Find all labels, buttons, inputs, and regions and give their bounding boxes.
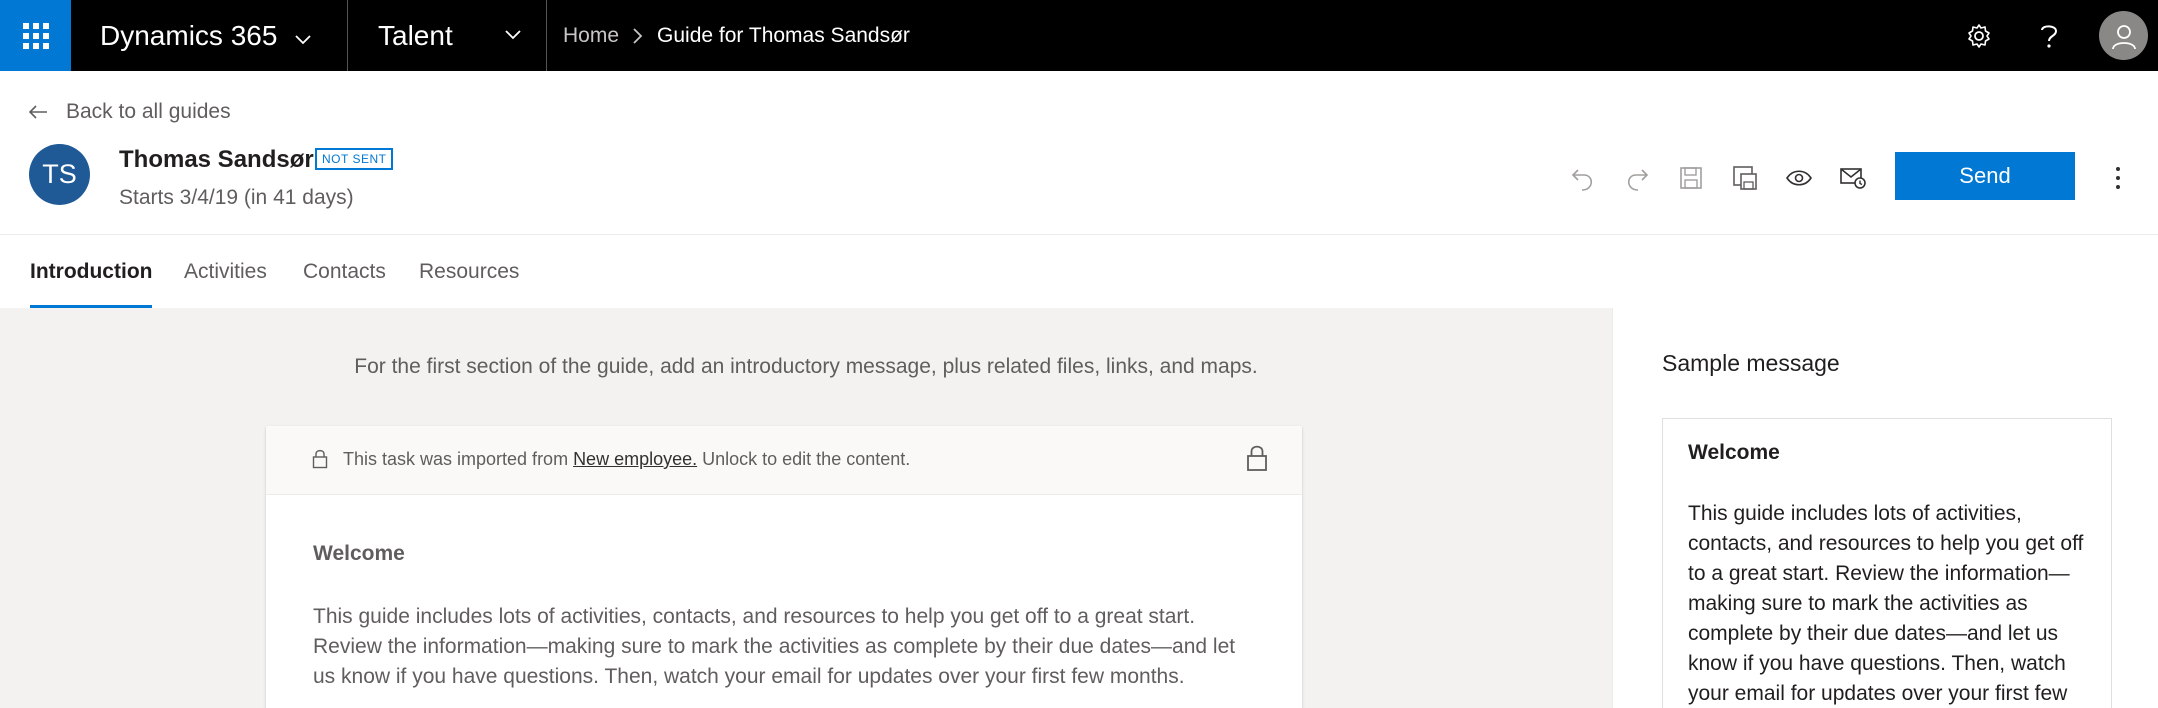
unlock-lock-icon[interactable] <box>1246 444 1268 477</box>
send-button[interactable]: Send <box>1895 152 2075 200</box>
app-switcher[interactable]: Dynamics 365 <box>100 0 312 71</box>
card-body-text: This guide includes lots of activities, … <box>313 605 1236 688</box>
intro-instructions: For the first section of the guide, add … <box>354 355 1258 378</box>
panel-title: Sample message <box>1662 350 1840 376</box>
waffle-icon[interactable] <box>0 0 71 71</box>
banner-text: This task was imported from New employee… <box>343 449 910 470</box>
sample-heading: Welcome <box>1688 441 1780 464</box>
save-as-icon[interactable] <box>1727 160 1763 196</box>
sample-message-panel: Sample message Welcome This guide includ… <box>1612 308 2158 708</box>
template-link[interactable]: New employee. <box>573 449 697 469</box>
banner-suffix: Unlock to edit the content. <box>697 449 911 469</box>
more-icon[interactable] <box>2100 160 2136 196</box>
main-content: For the first section of the guide, add … <box>0 308 1612 708</box>
arrow-left-icon <box>28 105 47 119</box>
tab-contacts[interactable]: Contacts <box>303 235 386 308</box>
email-preview-icon[interactable] <box>1835 160 1871 196</box>
tab-label: Resources <box>419 259 520 283</box>
chevron-right-icon <box>633 27 643 44</box>
sample-message-card: Welcome This guide includes lots of acti… <box>1662 418 2112 708</box>
breadcrumb-current: Guide for Thomas Sandsør <box>657 23 910 47</box>
module-name: Talent <box>378 19 453 51</box>
avatar: TS <box>29 144 90 205</box>
nav-divider <box>347 0 348 71</box>
card-heading: Welcome <box>313 542 405 565</box>
undo-icon[interactable] <box>1565 160 1601 196</box>
status-badge: NOT SENT <box>315 148 394 170</box>
import-banner: This task was imported from New employee… <box>266 426 1302 495</box>
top-nav-bar: Dynamics 365 Talent Home Guide for Thoma… <box>0 0 2158 71</box>
tab-label: Activities <box>184 259 267 283</box>
lock-icon <box>312 449 328 474</box>
nav-divider <box>546 0 547 71</box>
back-link-label: Back to all guides <box>66 100 231 123</box>
waffle-grid <box>22 22 49 49</box>
tab-label: Introduction <box>30 259 153 283</box>
app-name: Dynamics 365 <box>100 19 278 51</box>
start-date: Starts 3/4/19 (in 41 days) <box>119 186 354 209</box>
module-switcher[interactable]: Talent <box>378 0 453 71</box>
person-name: Thomas Sandsør <box>119 146 314 173</box>
sample-body-text: This guide includes lots of activities, … <box>1688 502 2084 705</box>
banner-prefix: This task was imported from <box>343 449 574 469</box>
preview-icon[interactable] <box>1781 160 1817 196</box>
help-icon[interactable] <box>2022 0 2076 71</box>
user-avatar-icon[interactable] <box>2099 11 2148 60</box>
save-icon[interactable] <box>1673 160 1709 196</box>
settings-icon[interactable] <box>1952 0 2006 71</box>
tab-resources[interactable]: Resources <box>419 235 519 308</box>
introduction-card: This task was imported from New employee… <box>266 426 1302 708</box>
breadcrumb-home[interactable]: Home <box>563 24 619 48</box>
back-link[interactable]: Back to all guides <box>28 100 231 124</box>
redo-icon[interactable] <box>1619 160 1655 196</box>
tab-bar: Introduction Activities Contacts Resourc… <box>0 235 2158 308</box>
tab-activities[interactable]: Activities <box>184 235 267 308</box>
chevron-down-icon[interactable] <box>505 24 521 51</box>
tab-label: Contacts <box>303 259 386 283</box>
tab-introduction[interactable]: Introduction <box>30 235 153 308</box>
chevron-down-icon <box>295 20 312 52</box>
breadcrumb: Home Guide for Thomas Sandsør <box>563 0 910 71</box>
